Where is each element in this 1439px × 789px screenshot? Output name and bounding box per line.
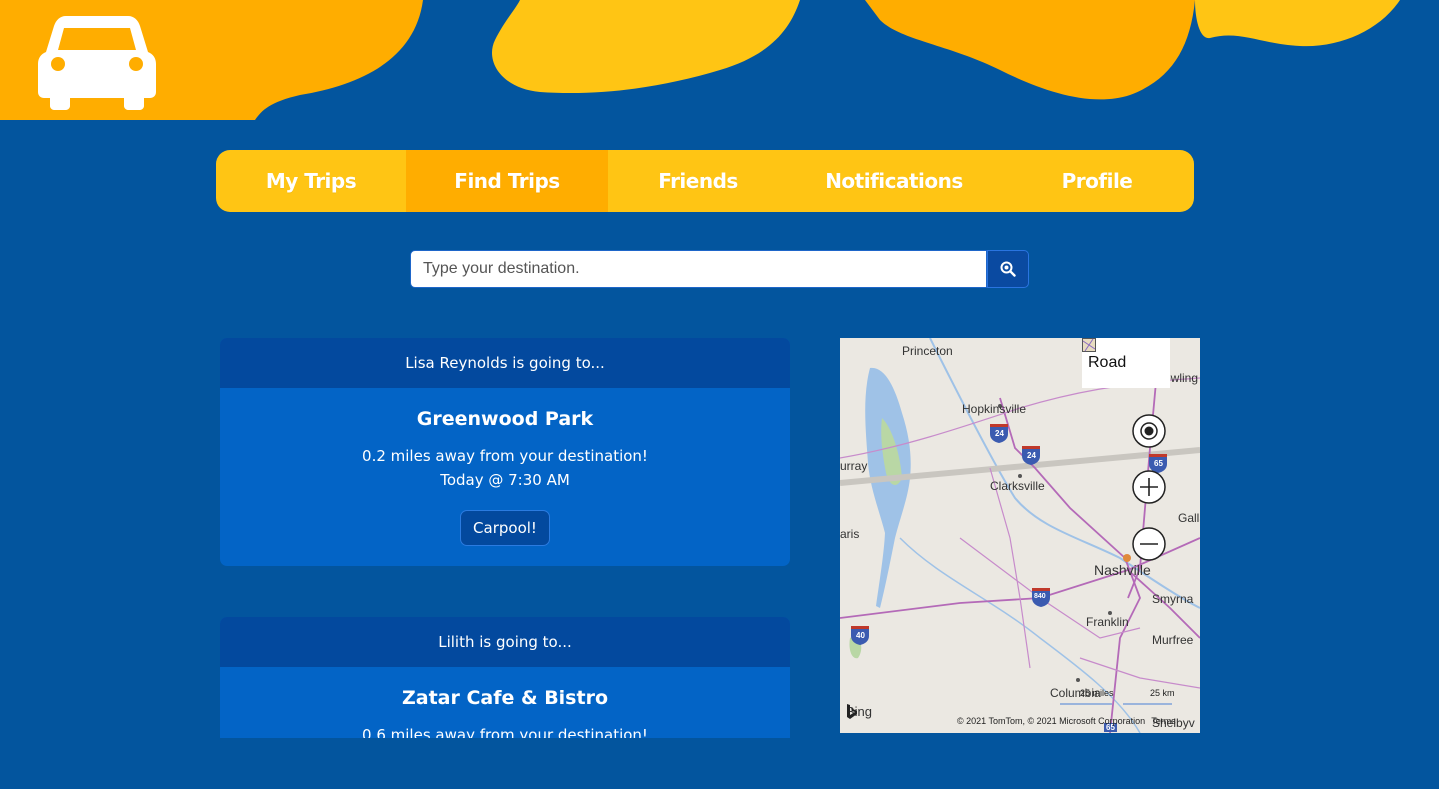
nav-friends[interactable]: Friends	[608, 150, 788, 212]
trip-distance: 0.2 miles away from your destination!	[362, 447, 648, 465]
nav-my-trips[interactable]: My Trips	[216, 150, 406, 212]
bing-logo[interactable]: Bing	[846, 704, 872, 719]
interstate-shield-label: 65	[1154, 459, 1163, 468]
trip-time: Today @ 7:30 AM	[440, 471, 570, 489]
map-label-smyrna: Smyrna	[1152, 592, 1194, 606]
interstate-shield-label: 840	[1034, 593, 1046, 600]
map-label-princeton: Princeton	[902, 344, 953, 358]
map-label-nashville: Nashville	[1094, 562, 1151, 578]
locate-me-button[interactable]	[1132, 414, 1166, 448]
nav-profile[interactable]: Profile	[1000, 150, 1194, 212]
interstate-shield-label: 40	[856, 631, 865, 640]
map-label-hopkinsville: Hopkinsville	[962, 402, 1027, 416]
map-copyright: © 2021 TomTom, © 2021 Microsoft Corporat…	[957, 716, 1176, 726]
search-icon	[1000, 261, 1016, 277]
map-label-franklin: Franklin	[1086, 615, 1129, 629]
zoom-out-button[interactable]	[1132, 527, 1166, 561]
locate-icon	[1132, 414, 1166, 448]
map-label-paris: aris	[840, 527, 860, 541]
map-scale-miles: 25 miles	[1080, 688, 1114, 698]
destination-search-input[interactable]	[410, 250, 987, 288]
map-label-murfreesboro: Murfree	[1152, 633, 1194, 647]
search-button[interactable]	[987, 250, 1029, 288]
map-scale-km: 25 km	[1150, 688, 1175, 698]
minus-icon	[1132, 527, 1166, 561]
nav-notifications[interactable]: Notifications	[788, 150, 1000, 212]
map-style-selector[interactable]: Road	[1082, 338, 1170, 388]
header-decoration	[0, 0, 1400, 120]
interstate-shield-label: 24	[995, 429, 1004, 438]
bing-icon	[847, 704, 857, 719]
nav-find-trips[interactable]: Find Trips	[406, 150, 608, 212]
main-nav: My Trips Find Trips Friends Notification…	[216, 150, 1194, 212]
trip-card: Lisa Reynolds is going to... Greenwood P…	[220, 338, 790, 566]
map-label-gallatin: Gallat	[1178, 511, 1200, 525]
interstate-shield-label: 24	[1027, 451, 1036, 460]
plus-icon	[1132, 470, 1166, 504]
carpool-button[interactable]: Carpool!	[460, 510, 550, 546]
trip-destination: Greenwood Park	[416, 408, 594, 430]
trip-destination: Zatar Cafe & Bistro	[401, 687, 608, 709]
zoom-in-button[interactable]	[1132, 470, 1166, 504]
map-label-murray: urray	[840, 459, 868, 473]
terms-link[interactable]: Terms	[1151, 716, 1176, 726]
destination-search	[410, 250, 1029, 288]
map-label-clarksville: Clarksville	[990, 479, 1045, 493]
car-logo-icon[interactable]	[38, 12, 156, 110]
trip-card-header: Lisa Reynolds is going to...	[220, 338, 790, 388]
trip-distance: 0.6 miles away from your destination!	[362, 726, 648, 738]
trip-card: Lilith is going to... Zatar Cafe & Bistr…	[220, 617, 790, 738]
map[interactable]: Princeton Bowling G Hopkinsville urray C…	[840, 338, 1200, 733]
copyright-text: © 2021 TomTom, © 2021 Microsoft Corporat…	[957, 716, 1146, 726]
map-style-label: Road	[1088, 354, 1127, 371]
map-style-icon	[1082, 338, 1096, 352]
trip-results-list[interactable]: Lisa Reynolds is going to... Greenwood P…	[220, 338, 790, 738]
trip-card-header: Lilith is going to...	[220, 617, 790, 667]
